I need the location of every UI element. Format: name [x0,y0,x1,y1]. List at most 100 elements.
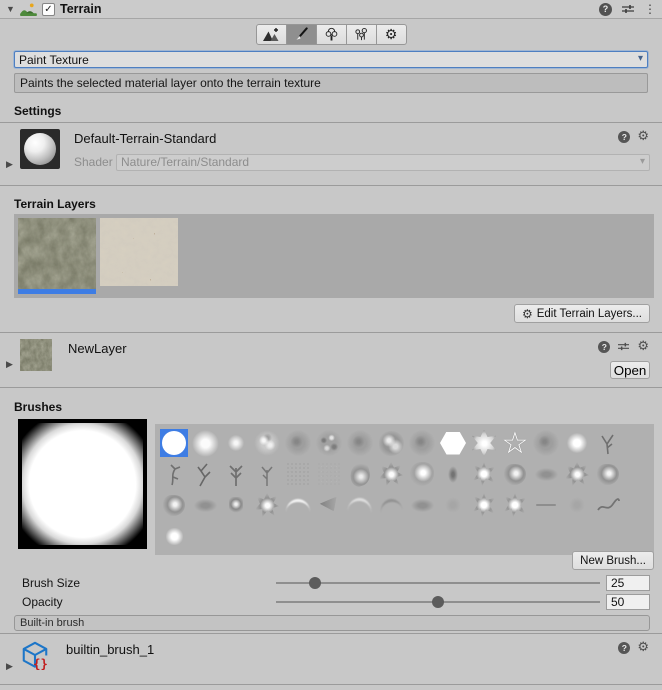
brush-tile-faintdot[interactable] [563,491,591,519]
material-preview[interactable] [20,129,60,169]
brush-tile-smudge[interactable] [191,491,219,519]
gear-icon[interactable] [637,340,649,353]
brush-size-label: Brush Size [22,576,276,590]
brush-tile-glow[interactable] [191,429,219,457]
brush-tile-glowdot[interactable] [160,522,188,550]
arc-shape [347,497,372,513]
brush-tile-crack[interactable] [191,460,219,488]
brush-tile-blob[interactable] [594,460,622,488]
brush-tile-burst[interactable] [470,491,498,519]
brush-tile-star5[interactable]: ☆ [501,429,529,457]
burst-shape [472,462,496,486]
tool-paint-trees[interactable] [316,24,347,45]
brush-tile-noisefaint[interactable] [315,460,343,488]
brush-size-slider[interactable] [276,575,600,591]
edit-terrain-layers-button[interactable]: Edit Terrain Layers... [514,304,650,323]
tree-icon [324,27,339,42]
gear-icon[interactable] [637,130,649,143]
component-enabled-checkbox[interactable] [42,3,55,16]
layer-thumbnail[interactable] [20,339,52,371]
brush-tile-splat[interactable] [377,460,405,488]
brush-tile-faint[interactable] [284,429,312,457]
brush-tile-noise[interactable] [284,460,312,488]
brush-tile-burst[interactable] [501,491,529,519]
kebab-menu-icon[interactable] [644,3,656,15]
brush-tile-hex[interactable] [439,429,467,457]
help-icon[interactable] [598,341,610,353]
component-foldout-icon[interactable] [6,4,18,14]
tool-paint-terrain[interactable] [286,24,317,45]
brush-tile-smudge[interactable] [532,460,560,488]
brush-tile-splat[interactable] [253,491,281,519]
tool-paint-details[interactable] [346,24,377,45]
brush-tile-burst[interactable] [470,460,498,488]
brush-tile-faint[interactable] [532,429,560,457]
blob-shape [504,464,526,485]
brush-size-field[interactable] [606,575,650,591]
brush-tile-faintdot[interactable] [439,491,467,519]
help-icon[interactable] [599,3,612,16]
opacity-slider[interactable] [276,594,600,610]
blob-shape [163,495,185,516]
glowdot-shape [166,528,183,545]
tool-create-neighbor-terrains[interactable] [256,24,287,45]
presets-icon[interactable] [617,341,630,352]
brush-tile-twig[interactable] [594,429,622,457]
opacity-field[interactable] [606,594,650,610]
brush-tile-faint[interactable] [408,429,436,457]
material-name: Default-Terrain-Standard [66,129,650,153]
terrain-layer-cliff-layer[interactable] [100,218,178,286]
terrain-layer-grass-layer[interactable] [18,218,96,294]
terrain-toolbar: ⚙ [0,24,662,45]
solid-shape [162,431,186,455]
brush-tile-arc2[interactable] [377,491,405,519]
open-layer-button[interactable]: Open [610,361,650,379]
new-brush-button[interactable]: New Brush... [572,551,654,570]
svg-text:{}: {} [33,657,48,670]
glow-shape [192,430,219,457]
help-icon[interactable] [618,642,630,654]
brush-tile-leaf[interactable] [346,460,374,488]
brush-tile-speck2[interactable] [222,491,250,519]
brush-tile-speck[interactable] [439,460,467,488]
brush-tile-smudge[interactable] [408,491,436,519]
brush-tile-glowsmall[interactable] [563,429,591,457]
brush-tile-star6[interactable] [470,429,498,457]
gear-icon[interactable] [637,641,649,654]
splat-shape [379,462,404,487]
blobby-shape [379,431,404,456]
brush-tile-swoosh[interactable] [284,491,312,519]
slider-handle[interactable] [432,596,444,608]
layer-name: NewLayer [60,339,650,371]
brush-tile-blobby[interactable] [377,429,405,457]
brush-tile-bright[interactable] [408,460,436,488]
brush-tile-solid[interactable] [160,429,188,457]
material-foldout-icon[interactable] [6,159,18,169]
brush-tile-dot[interactable] [222,429,250,457]
presets-icon[interactable] [621,3,635,15]
brush-tile-arc[interactable] [346,491,374,519]
brush-tile-branch2[interactable] [253,460,281,488]
terrain-inspector: Terrain [0,0,662,690]
brush-tile-mottled[interactable] [253,429,281,457]
brush-tile-scribble[interactable] [594,491,622,519]
tool-terrain-settings[interactable]: ⚙ [376,24,407,45]
brush-tile-wedge[interactable] [315,491,343,519]
splat-shape [565,462,590,487]
brush-tile-noisy[interactable] [315,429,343,457]
brush-tile-blob[interactable] [501,460,529,488]
brush-tile-faint[interactable] [346,429,374,457]
brush-tile-blob[interactable] [160,491,188,519]
brush-tile-splat[interactable] [563,460,591,488]
dot-shape [224,431,248,455]
brush-tile-twig2[interactable] [160,460,188,488]
help-icon[interactable] [618,131,630,143]
paint-mode-dropdown[interactable]: Paint Texture [14,51,648,68]
layer-foldout-icon[interactable] [6,359,18,369]
brush-tile-line[interactable] [532,491,560,519]
scriptable-object-icon: {} [20,640,58,673]
slider-handle[interactable] [309,577,321,589]
builtin-brush-foldout-icon[interactable] [6,661,18,671]
material-inspector-box: Default-Terrain-Standard Shader Nature/T… [0,122,662,186]
brush-tile-branch[interactable] [222,460,250,488]
